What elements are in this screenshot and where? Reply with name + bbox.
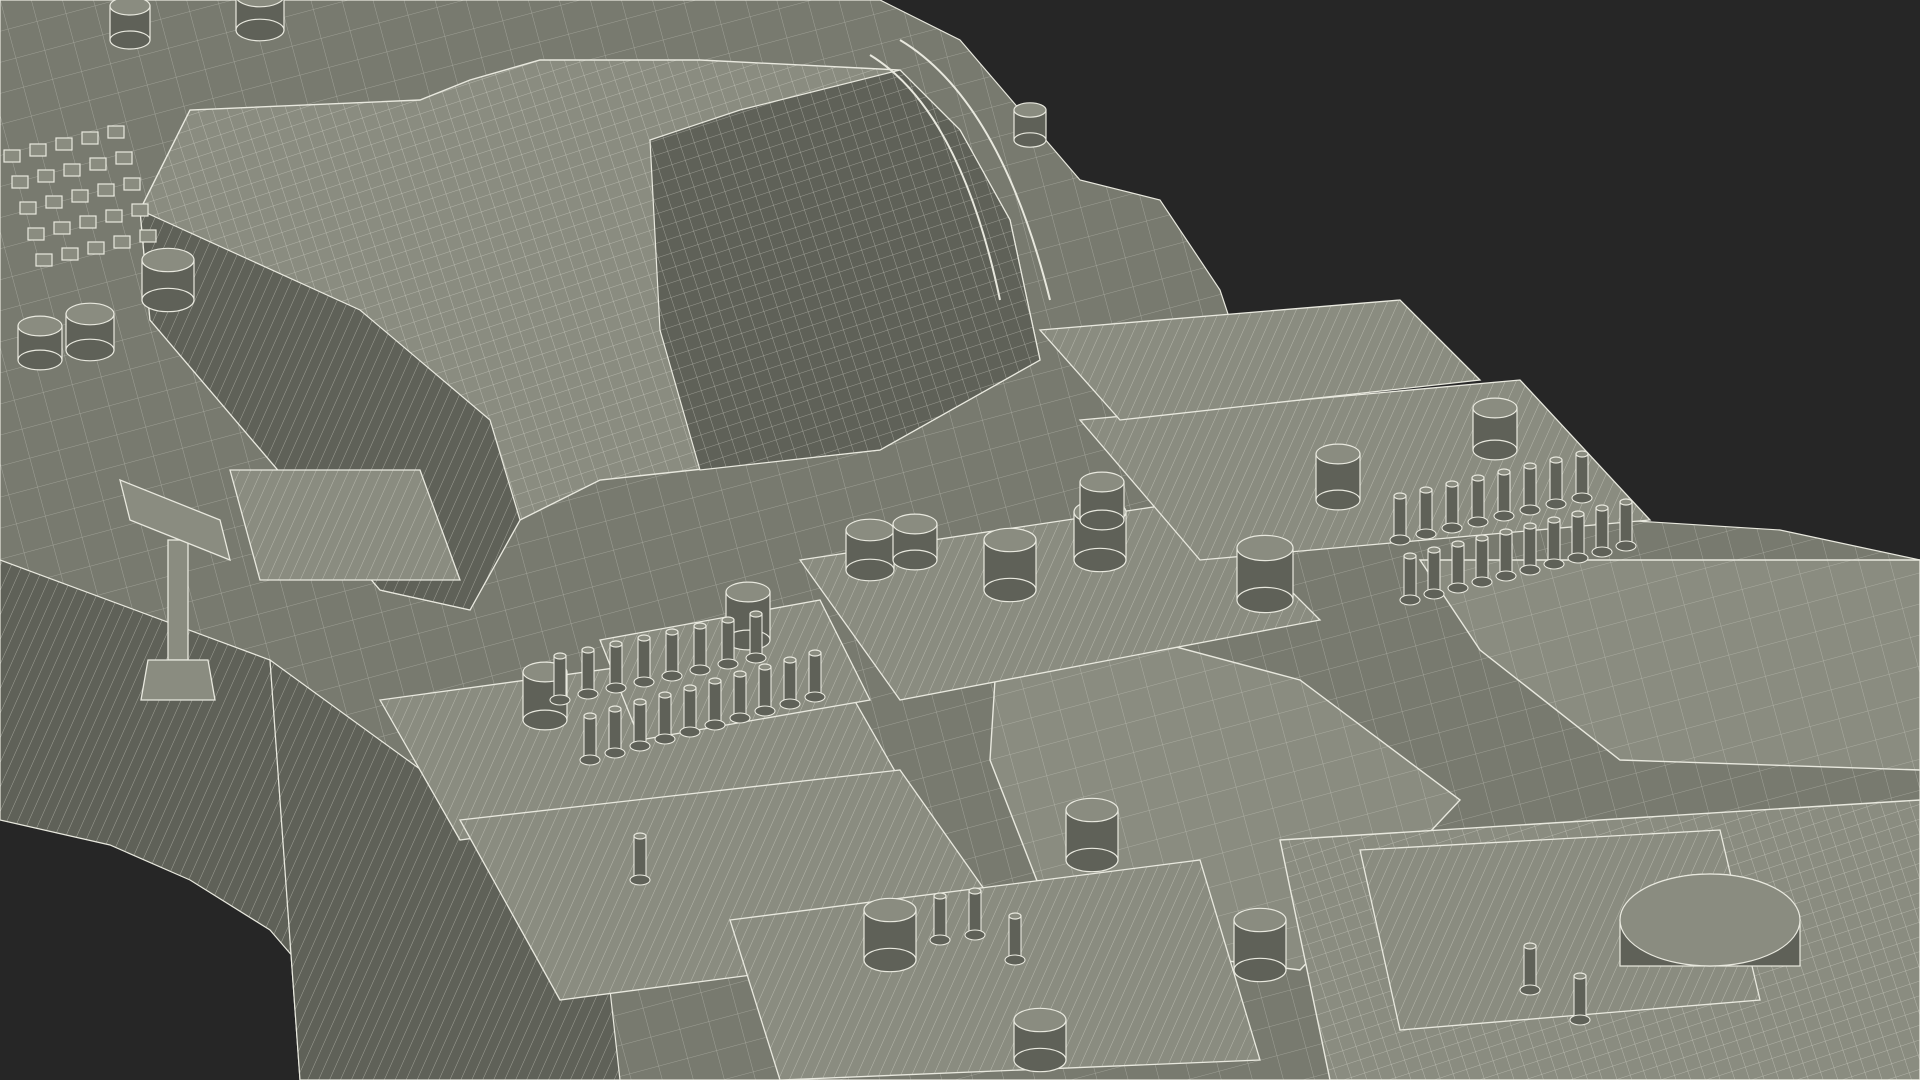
toggle-switch <box>637 637 651 683</box>
toggle-switch <box>609 643 623 689</box>
toggle-switch <box>933 895 947 941</box>
keypad-key <box>37 169 55 183</box>
toggle-switch <box>808 652 822 698</box>
keypad-key <box>71 189 89 203</box>
keypad-key <box>115 151 133 165</box>
toggle-switch <box>1393 495 1407 541</box>
toggle-switch <box>693 625 707 671</box>
keypad-key <box>89 157 107 171</box>
toggle-switch <box>758 666 772 712</box>
toggle-switch <box>1445 483 1459 529</box>
toggle-switch <box>1427 549 1441 595</box>
keypad-key <box>139 229 157 243</box>
keypad-key <box>35 253 53 267</box>
keypad-key <box>131 203 149 217</box>
toggle-switch <box>783 659 797 705</box>
toggle-switch <box>1523 945 1537 991</box>
keypad-key <box>97 183 115 197</box>
toggle-switch <box>583 715 597 761</box>
keypad-key <box>29 143 47 157</box>
toggle-switch <box>553 655 567 701</box>
toggle-switch <box>1471 477 1485 523</box>
keypad-key <box>3 149 21 163</box>
toggle-switch <box>683 687 697 733</box>
toggle-switch <box>1403 555 1417 601</box>
toggle-switch <box>581 649 595 695</box>
keypad-key <box>105 209 123 223</box>
toggle-switch <box>708 680 722 726</box>
toggle-switch <box>749 613 763 659</box>
toggle-switch <box>1497 471 1511 517</box>
toggle-switch <box>608 708 622 754</box>
toggle-switch <box>1573 975 1587 1021</box>
keypad-key <box>81 131 99 145</box>
keypad-key <box>123 177 141 191</box>
toggle-switch <box>721 619 735 665</box>
toggle-switch <box>1571 513 1585 559</box>
toggle-switch <box>1619 501 1633 547</box>
toggle-switch <box>658 694 672 740</box>
toggle-switch <box>1451 543 1465 589</box>
keypad-key <box>11 175 29 189</box>
keypad-key <box>53 221 71 235</box>
toggle-switch <box>1419 489 1433 535</box>
keypad-key <box>19 201 37 215</box>
toggle-switch <box>1595 507 1609 553</box>
toggle-switch <box>1547 519 1561 565</box>
toggle-switch <box>1523 525 1537 571</box>
toggle-switch <box>1499 531 1513 577</box>
toggle-switch <box>1549 459 1563 505</box>
keypad-key <box>27 227 45 241</box>
keypad-key <box>113 235 131 249</box>
wireframe-render <box>0 0 1920 1080</box>
keypad-key <box>61 247 79 261</box>
large-dial <box>1619 873 1801 967</box>
toggle-switch <box>968 890 982 936</box>
keypad-key <box>79 215 97 229</box>
toggle-switch <box>633 835 647 881</box>
keypad-key <box>87 241 105 255</box>
console-wireframe-scene <box>0 0 1920 1080</box>
keypad-key <box>107 125 125 139</box>
toggle-switch <box>1475 537 1489 583</box>
toggle-switch <box>1008 915 1022 961</box>
toggle-switch <box>665 631 679 677</box>
keypad-key <box>45 195 63 209</box>
toggle-switch <box>1575 453 1589 499</box>
toggle-switch <box>633 701 647 747</box>
keypad-key <box>63 163 81 177</box>
toggle-switch <box>733 673 747 719</box>
toggle-switch <box>1523 465 1537 511</box>
keypad-key <box>55 137 73 151</box>
